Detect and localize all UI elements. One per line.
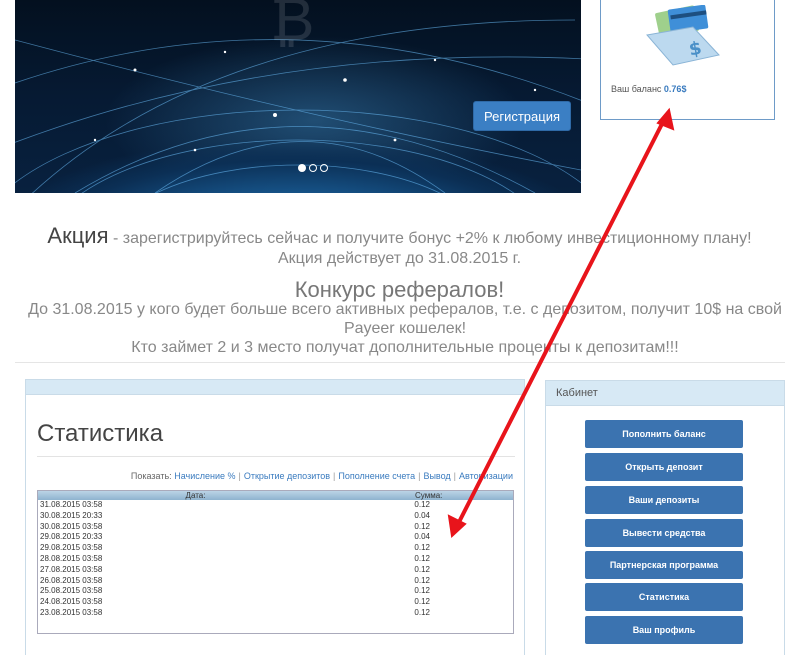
slider-dot-3[interactable] bbox=[320, 164, 328, 172]
topup-balance-button[interactable]: Пополнить баланс bbox=[585, 420, 743, 448]
slider-dots bbox=[298, 164, 328, 172]
row-amount: 0.12 bbox=[414, 553, 430, 563]
table-row: 25.08.2015 03:58 0.12 bbox=[38, 586, 513, 597]
divider bbox=[15, 362, 785, 363]
row-amount: 0.12 bbox=[414, 597, 430, 607]
row-date: 28.08.2015 03:58 bbox=[40, 553, 103, 563]
affiliate-program-button[interactable]: Партнерская программа bbox=[585, 551, 743, 579]
statistics-button[interactable]: Статистика bbox=[585, 583, 743, 611]
filter-logins[interactable]: Авторизации bbox=[459, 471, 513, 481]
promo-action-text: - зарегистрируйтесь сейчас и получите бо… bbox=[108, 230, 752, 247]
row-amount: 0.12 bbox=[414, 543, 430, 553]
stats-table: Дата: Сумма: 31.08.2015 03:58 0.12 30.08.2… bbox=[37, 490, 514, 634]
table-row: 28.08.2015 03:58 0.12 bbox=[38, 554, 513, 565]
row-date: 29.08.2015 03:58 bbox=[40, 543, 103, 553]
row-amount: 0.04 bbox=[414, 532, 430, 542]
row-date: 23.08.2015 03:58 bbox=[40, 607, 103, 617]
row-date: 30.08.2015 20:33 bbox=[40, 510, 103, 520]
register-button[interactable]: Регистрация bbox=[473, 101, 571, 131]
row-date: 27.08.2015 03:58 bbox=[40, 564, 103, 574]
row-amount: 0.12 bbox=[414, 586, 430, 596]
row-date: 31.08.2015 03:58 bbox=[40, 500, 103, 509]
bitcoin-watermark: ₿ bbox=[270, 0, 314, 55]
filter-withdrawals[interactable]: Вывод bbox=[423, 471, 450, 481]
hero-banner: ₿ Регистрация bbox=[15, 0, 581, 193]
row-amount: 0.12 bbox=[414, 564, 430, 574]
stats-title: Статистика bbox=[37, 420, 164, 447]
slider-dot-1[interactable] bbox=[298, 164, 306, 172]
show-label: Показать: bbox=[130, 471, 172, 481]
column-date: Дата: bbox=[185, 491, 206, 500]
row-amount: 0.12 bbox=[414, 575, 430, 585]
row-date: 29.08.2015 20:33 bbox=[40, 532, 103, 542]
table-row: 30.08.2015 20:33 0.04 bbox=[38, 511, 513, 522]
table-row: 30.08.2015 03:58 0.12 bbox=[38, 522, 513, 533]
slider-dot-2[interactable] bbox=[309, 164, 317, 172]
stats-filter-bar: Показать: Начисление % | Открытие депозито… bbox=[130, 471, 513, 481]
balance-text: Ваш баланс 0.76$ bbox=[611, 84, 686, 94]
row-date: 26.08.2015 03:58 bbox=[40, 575, 103, 585]
row-amount: 0.12 bbox=[414, 607, 430, 617]
row-date: 30.08.2015 03:58 bbox=[40, 521, 103, 531]
balance-label: Ваш баланс bbox=[611, 84, 664, 94]
row-amount: 0.04 bbox=[414, 510, 430, 520]
row-amount: 0.12 bbox=[414, 521, 430, 531]
row-amount: 0.12 bbox=[414, 500, 430, 509]
filter-deposits-opened[interactable]: Открытие депозитов bbox=[244, 471, 330, 481]
row-date: 25.08.2015 03:58 bbox=[40, 586, 103, 596]
withdraw-button[interactable]: Вывести средства bbox=[585, 519, 743, 547]
cabinet-panel: Кабинет Пополнить баланс Открыть депозит… bbox=[545, 380, 785, 655]
row-date: 24.08.2015 03:58 bbox=[40, 597, 103, 607]
contest-line-2: Кто займет 2 и 3 место получат дополните… bbox=[131, 339, 679, 356]
promo-action-word: Акция bbox=[47, 223, 109, 248]
table-row: 24.08.2015 03:58 0.12 bbox=[38, 597, 513, 608]
table-body: 31.08.2015 03:58 0.12 30.08.2015 20:33 0.04… bbox=[38, 500, 513, 619]
promo-action: Акция - зарегистрируйтесь сейчас и получ… bbox=[0, 223, 799, 269]
open-deposit-button[interactable]: Открыть депозит bbox=[585, 453, 743, 481]
my-profile-button[interactable]: Ваш профиль bbox=[585, 616, 743, 644]
balance-widget: $ Ваш баланс 0.76$ bbox=[600, 0, 775, 120]
stats-divider bbox=[37, 456, 515, 457]
table-row: 29.08.2015 20:33 0.04 bbox=[38, 532, 513, 543]
my-deposits-button[interactable]: Ваши депозиты bbox=[585, 486, 743, 514]
balance-value: 0.76$ bbox=[663, 84, 687, 94]
column-amount: Сумма: bbox=[415, 491, 443, 500]
contest-line-1: До 31.08.2015 у кого будет больше всего … bbox=[28, 301, 782, 337]
filter-topups[interactable]: Пополнение счета bbox=[338, 471, 415, 481]
table-row: 26.08.2015 03:58 0.12 bbox=[38, 576, 513, 587]
contest-text: До 31.08.2015 у кого будет больше всего … bbox=[20, 300, 790, 357]
filter-interest[interactable]: Начисление % bbox=[174, 471, 235, 481]
table-header: Дата: Сумма: bbox=[38, 491, 513, 500]
wallet-money-icon: $ bbox=[646, 5, 720, 66]
table-row: 23.08.2015 03:58 0.12 bbox=[38, 608, 513, 619]
cabinet-title: Кабинет bbox=[546, 381, 784, 406]
promo-action-deadline: Акция действует до 31.08.2015 г. bbox=[277, 250, 522, 267]
table-row: 31.08.2015 03:58 0.12 bbox=[38, 500, 513, 511]
stats-panel: Статистика Показать: Начисление % | Открыт… bbox=[25, 379, 525, 655]
table-row: 27.08.2015 03:58 0.12 bbox=[38, 565, 513, 576]
stats-panel-header bbox=[26, 380, 524, 395]
table-row: 29.08.2015 03:58 0.12 bbox=[38, 543, 513, 554]
